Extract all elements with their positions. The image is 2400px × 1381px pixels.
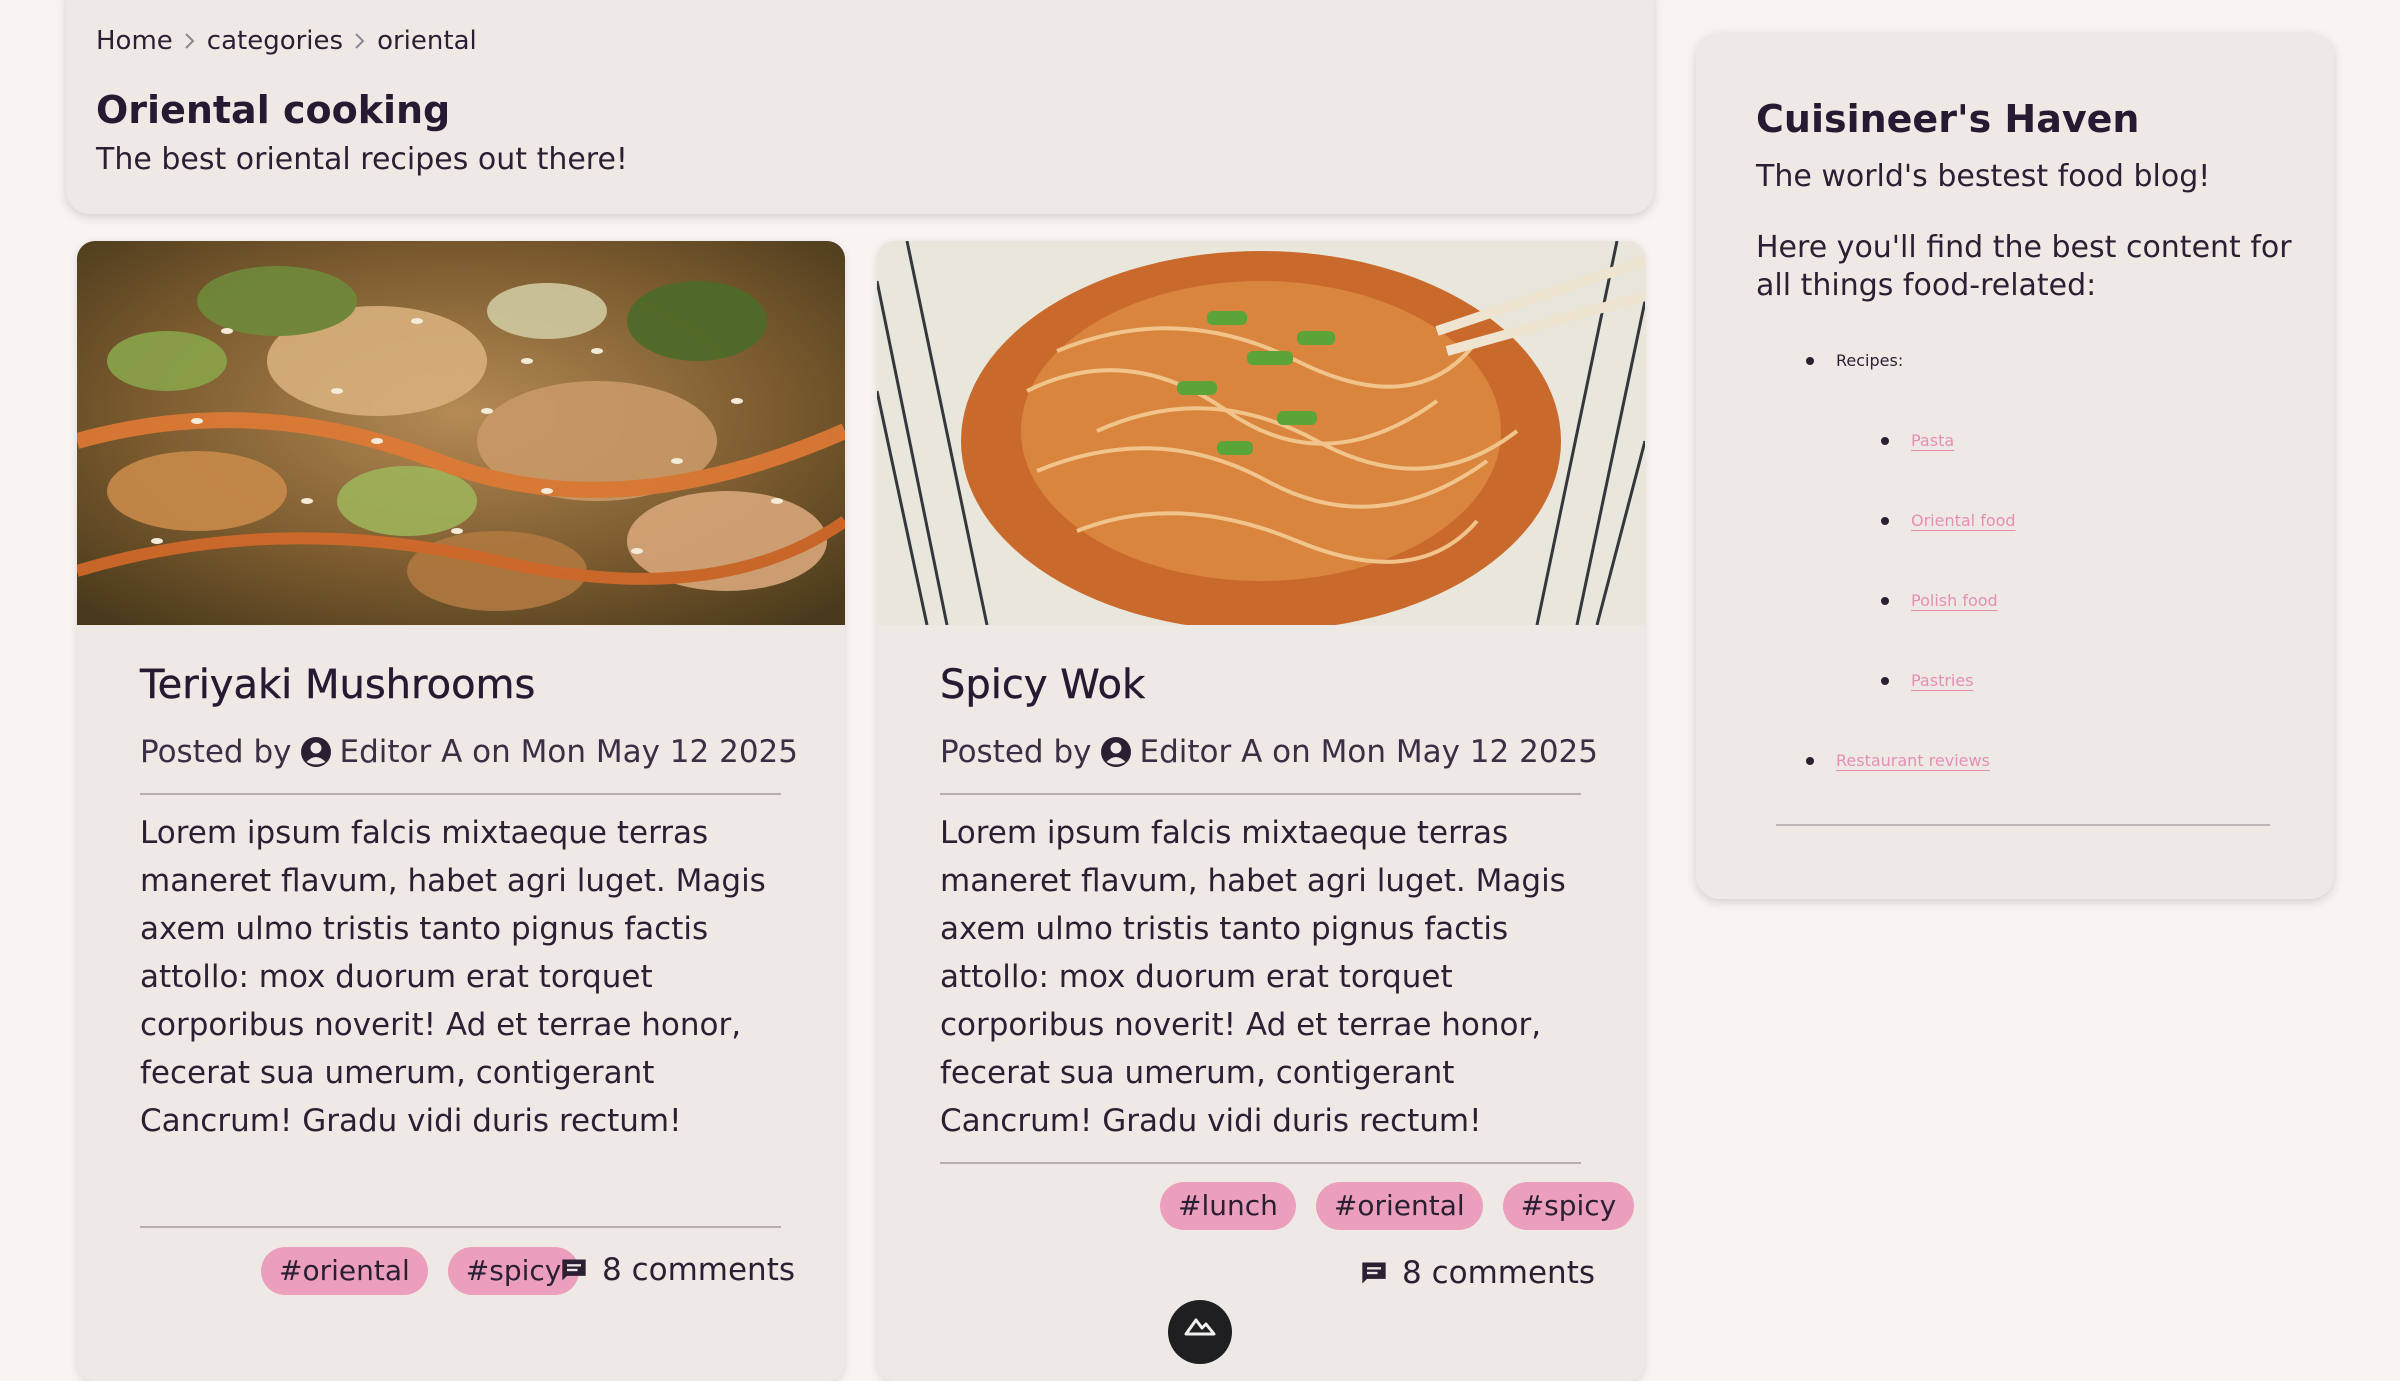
- user-circle-icon: [1100, 737, 1131, 767]
- tag-chip[interactable]: #oriental: [261, 1247, 428, 1295]
- post-meta: Posted by Editor A on Mon May 12 2025: [140, 734, 798, 770]
- bullet: [1806, 356, 1814, 365]
- site-tagline: The world's bestest food blog!: [1756, 159, 2211, 194]
- post-date: on Mon May 12 2025: [1272, 734, 1598, 770]
- post-excerpt: Lorem ipsum falcis mixtaeque terras mane…: [140, 815, 766, 1139]
- category-header: Home categories oriental Oriental cookin…: [66, 0, 1654, 214]
- link-polish-food[interactable]: Polish food: [1911, 591, 1998, 610]
- bullet: [1806, 756, 1814, 765]
- post-title[interactable]: Teriyaki Mushrooms: [140, 662, 536, 708]
- user-circle-icon: [300, 737, 331, 767]
- comments-count: 8 comments: [1402, 1255, 1596, 1291]
- comment-icon: [1362, 1262, 1386, 1284]
- post-tags: #oriental #spicy: [241, 1247, 580, 1295]
- tag-chip[interactable]: #spicy: [1502, 1182, 1635, 1230]
- comment-icon: [562, 1259, 586, 1281]
- divider: [940, 1162, 1581, 1164]
- page-title: Oriental cooking: [96, 88, 451, 132]
- post-date: on Mon May 12 2025: [472, 734, 798, 770]
- post-title[interactable]: Spicy Wok: [940, 662, 1146, 708]
- sidebar: Cuisineer's Haven The world's bestest fo…: [1696, 33, 2334, 899]
- link-pasta[interactable]: Pasta: [1911, 431, 1954, 450]
- author-name: Editor A: [339, 734, 463, 770]
- list-item-recipes: Recipes:: [1806, 351, 1903, 370]
- comments-count: 8 comments: [602, 1252, 796, 1288]
- post-meta: Posted by Editor A on Mon May 12 2025: [940, 734, 1598, 770]
- divider: [140, 1226, 781, 1228]
- bullet: [1881, 436, 1889, 445]
- devtools-button[interactable]: [1168, 1300, 1232, 1364]
- divider: [1776, 824, 2270, 826]
- site-title: Cuisineer's Haven: [1756, 97, 2140, 141]
- post-tags: #lunch #oriental #spicy: [1140, 1182, 1635, 1230]
- tag-chip[interactable]: #lunch: [1160, 1182, 1296, 1230]
- posted-by-label: Posted by: [140, 734, 292, 770]
- link-oriental-food[interactable]: Oriental food: [1911, 511, 2016, 530]
- comments-link[interactable]: 8 comments: [560, 1252, 795, 1288]
- breadcrumb: Home categories oriental: [96, 26, 477, 56]
- list-item: Pastries: [1881, 671, 1974, 690]
- recipes-label: Recipes:: [1836, 351, 1904, 370]
- mountain-logo-icon: [1184, 1318, 1216, 1336]
- divider: [140, 793, 781, 795]
- posted-by-label: Posted by: [940, 734, 1092, 770]
- page-subtitle: The best oriental recipes out there!: [96, 142, 628, 177]
- post-image[interactable]: [877, 241, 1645, 625]
- comments-link[interactable]: 8 comments: [1360, 1255, 1595, 1291]
- breadcrumb-home[interactable]: Home: [96, 26, 173, 56]
- chevron-right-icon: [173, 27, 207, 55]
- breadcrumb-categories[interactable]: categories: [207, 26, 343, 56]
- list-item: Restaurant reviews: [1806, 751, 1990, 770]
- author-name: Editor A: [1139, 734, 1263, 770]
- divider: [940, 793, 1581, 795]
- site-intro: Here you'll find the best content for al…: [1756, 230, 2292, 303]
- post-excerpt: Lorem ipsum falcis mixtaeque terras mane…: [940, 815, 1566, 1139]
- chevron-right-icon: [343, 27, 377, 55]
- breadcrumb-current: oriental: [377, 26, 477, 56]
- bullet: [1881, 516, 1889, 525]
- link-pastries[interactable]: Pastries: [1911, 671, 1974, 690]
- link-restaurant-reviews[interactable]: Restaurant reviews: [1836, 751, 1990, 770]
- list-item: Polish food: [1881, 591, 1998, 610]
- list-item: Pasta: [1881, 431, 1954, 450]
- list-item: Oriental food: [1881, 511, 2016, 530]
- bullet: [1881, 676, 1889, 685]
- bullet: [1881, 596, 1889, 605]
- tag-chip[interactable]: #oriental: [1315, 1182, 1483, 1230]
- post-image[interactable]: [77, 241, 845, 625]
